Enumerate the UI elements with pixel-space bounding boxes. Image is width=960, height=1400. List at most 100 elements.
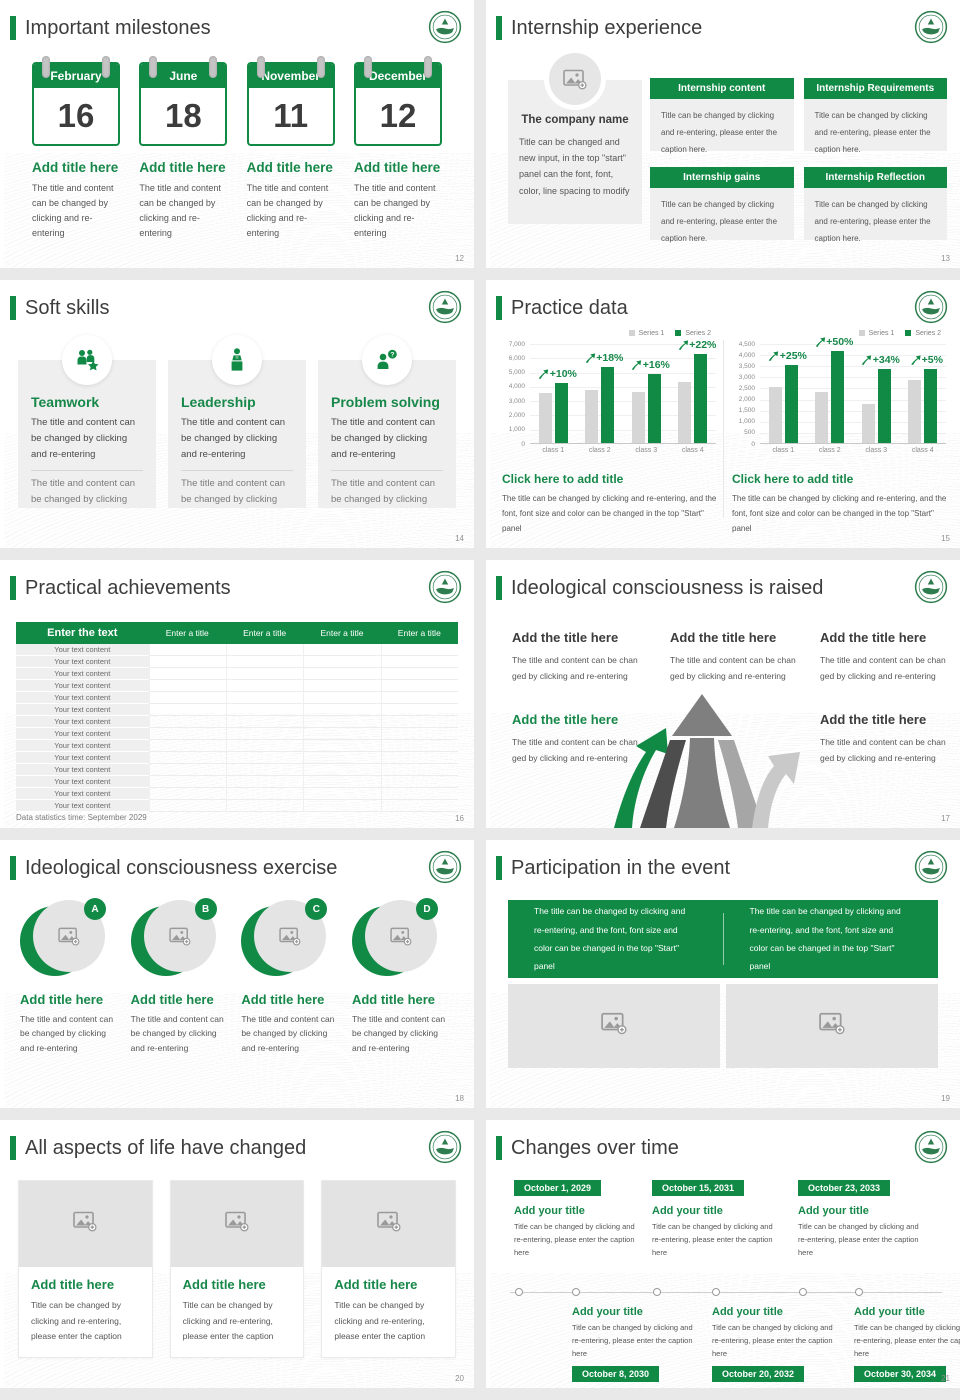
item-caption: The title and content can be changed by …	[130, 1014, 224, 1053]
table-cell	[303, 728, 381, 740]
slide-header: All aspects of life have changed	[10, 1136, 306, 1160]
company-caption: Title can be changed and new input, in t…	[519, 137, 630, 196]
chart-legend: Series 1 Series 2	[502, 328, 718, 338]
item-title: Add title here	[351, 992, 436, 1007]
slide-consciousness-raised[interactable]: Ideological consciousness is raised Add …	[486, 560, 960, 828]
table-cell	[148, 716, 226, 728]
image-placeholder-icon	[819, 1012, 845, 1040]
slide-practice-data[interactable]: Practice data Series 1 Series 2 7,000 6,0…	[486, 280, 960, 548]
timeline-dot	[515, 1288, 523, 1296]
title-accent-bar	[10, 576, 16, 600]
slide-header: Participation in the event	[496, 856, 730, 880]
calendar-clip-icon	[149, 56, 158, 78]
box-caption: Title can be changed by clicking and re-…	[803, 99, 947, 154]
slide-internship-experience[interactable]: Internship experience The company name T…	[486, 0, 960, 268]
legend-label: Series 1	[868, 329, 895, 337]
aspect-card: Add title here Title can be changed by c…	[321, 1180, 457, 1359]
slide-consciousness-exercise[interactable]: Ideological consciousness exercise A Add…	[0, 840, 474, 1108]
card-title: Add title here	[139, 160, 226, 175]
series2-swatch	[675, 330, 682, 336]
page-number: 17	[941, 814, 950, 823]
slide-content: Series 1 Series 2 7,000 6,000 5,000 4,000 3,…	[486, 280, 960, 548]
growth-label: +34%	[861, 354, 900, 366]
table-cell	[225, 764, 304, 776]
bar-group: +18%	[577, 344, 623, 443]
title-accent-bar	[10, 1136, 16, 1160]
slide-practical-achievements[interactable]: Practical achievements Enter the text En…	[0, 560, 474, 828]
internship-box: Internship Requirements Title can be cha…	[803, 78, 947, 154]
table-cell	[225, 644, 304, 656]
table-row: Your text content	[16, 656, 458, 668]
calendar-clip-icon	[256, 56, 265, 78]
table-row: Your text content	[16, 800, 458, 812]
slide-changes-over-time[interactable]: Changes over time October 1, 2029 Add yo…	[486, 1120, 960, 1388]
table-header-cell: Enter a title	[243, 628, 287, 638]
page-number: 21	[941, 1374, 950, 1383]
table-row: Your text content	[16, 776, 458, 788]
item-caption: The title and content can be changed by …	[241, 1014, 335, 1053]
box-heading: Internship Requirements	[803, 78, 947, 99]
slide-header: Soft skills	[10, 296, 109, 320]
timeline-date-badge: October 15, 2031	[652, 1180, 745, 1196]
internship-box: Internship content Title can be changed …	[650, 78, 794, 154]
calendar-card: December 12 Add title here The title and …	[353, 56, 442, 240]
problem-solving-icon: ?	[362, 335, 412, 385]
x-axis-labels: class 1 class 2 class 3 class 4	[772, 447, 934, 454]
plot-area: +25% +50% +34% +5%	[760, 336, 947, 444]
image-placeholder	[322, 1181, 456, 1267]
block-caption: The title and content can be chan ged by…	[820, 655, 946, 682]
card-caption: The title and content can be changed by …	[139, 183, 221, 238]
chart-title: Click here to add title	[732, 472, 854, 486]
slide-title: Ideological consciousness is raised	[511, 576, 824, 599]
slide-soft-skills[interactable]: Soft skills Teamwork The title and conte…	[0, 280, 474, 548]
table-cell	[303, 692, 381, 704]
green-banner: The title can be changed by clicking and…	[508, 900, 938, 978]
page-number: 13	[941, 254, 950, 263]
internship-box: Internship Reflection Title can be chang…	[803, 167, 947, 243]
slide-important-milestones[interactable]: Important milestones February 16 Add titl…	[0, 0, 474, 268]
slide-title: Ideological consciousness exercise	[25, 856, 338, 879]
table-cell	[225, 800, 304, 812]
block-caption: The title and content can be chan ged by…	[670, 655, 796, 682]
page-number: 12	[455, 254, 464, 263]
skill-caption: The title and content can be changed by …	[31, 417, 136, 461]
slide-participation[interactable]: Participation in the event The title can…	[486, 840, 960, 1108]
table-cell	[380, 800, 458, 812]
page-number: 14	[455, 534, 464, 543]
slide-life-changed[interactable]: All aspects of life have changed Add tit…	[0, 1120, 474, 1388]
table-cell: Your text content	[16, 716, 149, 728]
card-caption: Title can be changed by clicking and re-…	[182, 1300, 274, 1342]
bar-group: +5%	[900, 344, 947, 443]
table-cell	[225, 740, 304, 752]
page-number: 15	[941, 534, 950, 543]
table-cell	[148, 728, 226, 740]
item-title: Add your title	[712, 1306, 783, 1318]
timeline-date-badge: October 23, 2033	[798, 1180, 891, 1196]
school-logo-icon	[428, 570, 462, 604]
timeline-item: October 15, 2031 Add your title Title ca…	[652, 1178, 780, 1259]
growth-arrow-icon	[631, 360, 642, 370]
table-cell	[225, 656, 304, 668]
table-cell	[380, 716, 458, 728]
box-caption: Title can be changed by clicking and re-…	[803, 188, 947, 243]
circle-graphic: D	[351, 898, 438, 978]
table-cell	[148, 740, 226, 752]
table-cell	[380, 764, 458, 776]
table-row: Your text content	[16, 788, 458, 800]
table-cell	[148, 656, 226, 668]
series1-swatch	[858, 330, 865, 336]
item-title: Add your title	[514, 1205, 585, 1217]
table-row: Your text content	[16, 752, 458, 764]
calendar-clip-icon	[363, 56, 372, 78]
calendar-card: November 11 Add title here The title and …	[246, 56, 335, 240]
table-cell	[225, 668, 304, 680]
table-row: Your text content	[16, 728, 458, 740]
item-title: Add title here	[130, 992, 214, 1007]
item-caption: Title can be changed by clicking and re-…	[652, 1222, 773, 1258]
table-cell	[303, 776, 381, 788]
slide-title: Soft skills	[25, 296, 110, 319]
bar-group: +16%	[623, 344, 670, 443]
image-placeholders	[508, 984, 938, 1068]
slide-header: Practice data	[496, 296, 628, 320]
table-cell	[303, 668, 381, 680]
